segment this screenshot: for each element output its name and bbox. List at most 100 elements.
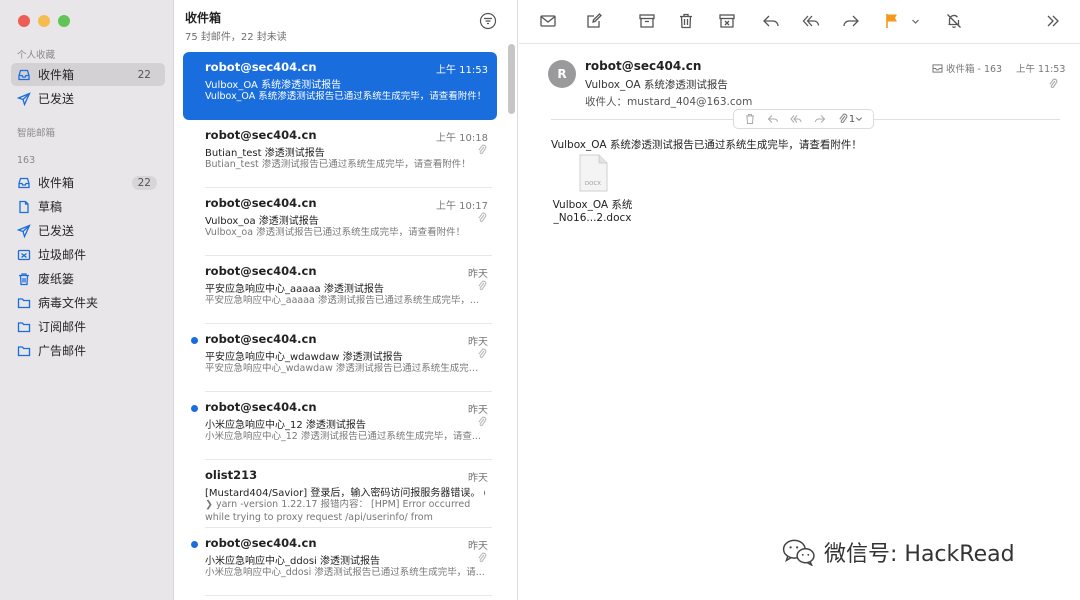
- delete-button[interactable]: [676, 11, 696, 31]
- smart-mailboxes-section-label: 智能邮箱: [17, 128, 56, 139]
- compose-icon: [587, 13, 602, 28]
- list-scrollbar[interactable]: [508, 44, 515, 114]
- sidebar-item-favorites-sent[interactable]: 已发送: [11, 87, 165, 110]
- sidebar-item-label: 病毒文件夹: [38, 296, 99, 310]
- reply-all-icon: [802, 15, 820, 27]
- reply-all-button[interactable]: [801, 11, 821, 31]
- paperclip-icon: [478, 280, 487, 291]
- message-time: 上午 11:53: [436, 65, 488, 76]
- sidebar-item-favorites-inbox[interactable]: 收件箱 22: [11, 63, 165, 86]
- message-row[interactable]: robot@sec404.cn 上午 10:17 Vulbox_oa 渗透测试报…: [183, 188, 497, 256]
- sidebar-item-subscriptions[interactable]: 订阅邮件: [11, 315, 165, 338]
- bell-slash-icon: [947, 14, 961, 29]
- message-row[interactable]: robot@sec404.cn 昨天 小米应急响应中心_ddosi 渗透测试报告…: [183, 528, 497, 596]
- paperclip-icon: [478, 144, 487, 155]
- folder-icon: [17, 296, 31, 310]
- sidebar-item-label: 收件箱: [38, 176, 75, 190]
- list-header: 收件箱 75 封邮件，22 封未读: [185, 9, 287, 43]
- paperclip-icon: [478, 212, 487, 223]
- mailbox-count: 75 封邮件，22 封未读: [185, 32, 287, 43]
- sidebar-item-label: 草稿: [38, 200, 63, 214]
- message-sender: robot@sec404.cn: [205, 196, 317, 210]
- attachment-count-button[interactable]: 1: [837, 113, 863, 125]
- sidebar-item-ads[interactable]: 广告邮件: [11, 339, 165, 362]
- message-sender: robot@sec404.cn: [205, 264, 317, 278]
- close-window-button[interactable]: [18, 15, 30, 27]
- sidebar-item-label: 订阅邮件: [38, 320, 87, 334]
- window-controls: [18, 15, 70, 27]
- flag-button[interactable]: [882, 11, 902, 31]
- watermark-label: 微信号: HackRead: [824, 542, 1015, 567]
- hover-forward-button[interactable]: [814, 113, 826, 125]
- message-time: 上午 10:17: [436, 201, 488, 212]
- avatar: R: [548, 60, 576, 88]
- chevron-down-icon: [911, 19, 919, 24]
- sidebar-item-virus-folder[interactable]: 病毒文件夹: [11, 291, 165, 314]
- hover-reply-all-button[interactable]: [790, 113, 802, 125]
- message-preview: ❯ yarn -version 1.22.17 报错内容： [HPM] Erro…: [205, 499, 471, 523]
- message-subject: 平安应急响应中心_aaaaa 渗透测试报告: [205, 284, 384, 295]
- forward-icon: [843, 15, 859, 27]
- reader-sender[interactable]: robot@sec404.cn: [585, 59, 701, 73]
- message-time: 昨天: [468, 473, 488, 484]
- inbox-icon: [17, 176, 31, 190]
- hover-delete-button[interactable]: [744, 113, 756, 125]
- archive-icon: [639, 14, 655, 28]
- forward-icon: [814, 115, 825, 123]
- sidebar-item-sent[interactable]: 已发送: [11, 219, 165, 242]
- chevron-down-icon: [856, 117, 863, 121]
- message-sender: olist213: [205, 468, 258, 482]
- sidebar-item-drafts[interactable]: 草稿: [11, 195, 165, 218]
- trash-icon: [680, 13, 692, 29]
- unread-dot: [191, 337, 198, 344]
- inbox-icon: [17, 68, 31, 82]
- message-body: Vulbox_OA 系统渗透测试报告已通过系统生成完毕，请查看附件！: [551, 139, 862, 151]
- more-toolbar-button[interactable]: [1043, 11, 1063, 31]
- file-type-label: DOCX: [585, 181, 601, 187]
- watermark: 微信号: HackRead: [782, 536, 1015, 568]
- sidebar-item-trash[interactable]: 废纸篓: [11, 267, 165, 290]
- unread-dot: [191, 405, 198, 412]
- reply-button[interactable]: [761, 11, 781, 31]
- message-row[interactable]: robot@sec404.cn 上午 11:53 Vulbox_OA 系统渗透测…: [183, 52, 497, 120]
- mute-button[interactable]: [944, 11, 964, 31]
- favorites-section-label: 个人收藏: [17, 50, 56, 61]
- message-row[interactable]: robot@sec404.cn 昨天 平安应急响应中心_wdawdaw 渗透测试…: [183, 324, 497, 392]
- minimize-window-button[interactable]: [38, 15, 50, 27]
- hover-reply-button[interactable]: [767, 113, 779, 125]
- forward-button[interactable]: [841, 11, 861, 31]
- message-row[interactable]: robot@sec404.cn 昨天 平安应急响应中心_aaaaa 渗透测试报告…: [183, 256, 497, 324]
- message-preview: Vulbox_oa 渗透测试报告已通过系统生成完毕，请查看附件！: [205, 227, 466, 238]
- recipient-address[interactable]: mustard_404@163.com: [627, 96, 752, 108]
- folder-icon: [17, 320, 31, 334]
- message-row[interactable]: olist213 昨天 [Mustard404/Savior] 登录后，输入密码…: [183, 460, 497, 528]
- row-divider: [205, 595, 492, 596]
- message-subject: Vulbox_OA 系统渗透测试报告: [205, 80, 342, 91]
- unread-dot: [191, 541, 198, 548]
- message-row[interactable]: robot@sec404.cn 昨天 小米应急响应中心_12 渗透测试报告 小米…: [183, 392, 497, 460]
- message-time: 昨天: [468, 405, 488, 416]
- archive-button[interactable]: [637, 11, 657, 31]
- sidebar-item-inbox[interactable]: 收件箱 22: [11, 171, 165, 194]
- message-time: 上午 10:18: [436, 133, 488, 144]
- sidebar-item-label: 废纸篓: [38, 272, 75, 286]
- paper-plane-icon: [17, 91, 31, 106]
- inbox-tray-icon: [932, 63, 943, 73]
- sidebar-item-junk[interactable]: 垃圾邮件: [11, 243, 165, 266]
- junk-button[interactable]: [717, 11, 737, 31]
- docx-file-icon[interactable]: DOCX: [578, 154, 608, 192]
- attachment-filename[interactable]: Vulbox_OA 系统 _No16...2.docx: [545, 199, 640, 225]
- get-mail-button[interactable]: [538, 11, 558, 31]
- trash-icon: [745, 114, 754, 124]
- paperclip-icon: [478, 552, 487, 563]
- wechat-icon: [782, 539, 815, 566]
- filter-icon[interactable]: [479, 12, 497, 30]
- message-row[interactable]: robot@sec404.cn 上午 10:18 Butian_test 渗透测…: [183, 120, 497, 188]
- compose-button[interactable]: [584, 11, 604, 31]
- maximize-window-button[interactable]: [58, 15, 70, 27]
- message-subject: Butian_test 渗透测试报告: [205, 148, 325, 159]
- trash-icon: [17, 272, 31, 286]
- flag-menu-button[interactable]: [908, 11, 922, 31]
- message-subject: Vulbox_oa 渗透测试报告: [205, 216, 319, 227]
- message-preview: 平安应急响应中心_aaaaa 渗透测试报告已通过系统生成完毕，...: [205, 295, 479, 306]
